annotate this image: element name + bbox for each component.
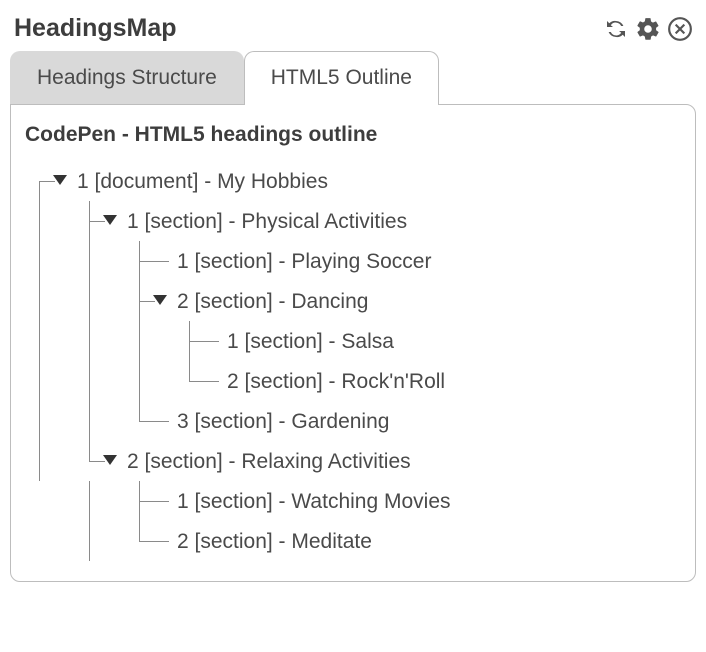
tree-label: 1 [section] - Physical Activities: [125, 211, 407, 232]
tab-bar: Headings Structure HTML5 Outline: [10, 51, 696, 104]
tree-connector: [125, 281, 175, 321]
tree-connector: [125, 241, 175, 281]
close-icon: [667, 16, 693, 42]
tree-label: 2 [section] - Dancing: [175, 291, 368, 312]
tree-label: 2 [section] - Meditate: [175, 531, 372, 552]
panel-header: HeadingsMap: [10, 10, 696, 51]
tree-connector: [125, 401, 175, 441]
tree-node[interactable]: 1 [section] - Watching Movies: [25, 481, 681, 521]
tree-connector: [75, 201, 125, 241]
tree-label: 2 [section] - Rock'n'Roll: [225, 371, 445, 392]
tree-node[interactable]: 3 [section] - Gardening: [25, 401, 681, 441]
tree-connector: [175, 361, 225, 401]
tree-connector: [25, 321, 75, 361]
tree-connector: [75, 321, 125, 361]
tree-connector: [25, 281, 75, 321]
close-button[interactable]: [666, 15, 694, 43]
tree-label: 1 [section] - Playing Soccer: [175, 251, 431, 272]
outline-tree: 1 [document] - My Hobbies 1 [section] - …: [25, 161, 681, 561]
tab-html5-outline[interactable]: HTML5 Outline: [244, 51, 439, 105]
tree-node[interactable]: 2 [section] - Dancing: [25, 281, 681, 321]
tree-node[interactable]: 2 [section] - Rock'n'Roll: [25, 361, 681, 401]
tree-label: 2 [section] - Relaxing Activities: [125, 451, 411, 472]
tree-node[interactable]: 1 [document] - My Hobbies: [25, 161, 681, 201]
collapse-icon[interactable]: [153, 295, 167, 305]
tree-node[interactable]: 1 [section] - Playing Soccer: [25, 241, 681, 281]
tree-node[interactable]: 1 [section] - Salsa: [25, 321, 681, 361]
tree-node[interactable]: 1 [section] - Physical Activities: [25, 201, 681, 241]
tree-connector: [75, 521, 125, 561]
tree-connector: [75, 281, 125, 321]
header-toolbar: [602, 15, 694, 43]
tree-connector: [25, 241, 75, 281]
tree-connector: [75, 481, 125, 521]
tree-connector: [25, 201, 75, 241]
tree-connector: [75, 441, 125, 481]
outline-content: CodePen - HTML5 headings outline 1 [docu…: [10, 104, 696, 582]
tree-connector: [125, 361, 175, 401]
tree-connector: [25, 441, 75, 481]
tree-connector: [25, 161, 75, 201]
collapse-icon[interactable]: [53, 175, 67, 185]
panel-title: HeadingsMap: [14, 14, 177, 43]
tree-connector: [125, 521, 175, 561]
refresh-icon: [604, 17, 628, 41]
tree-connector: [25, 361, 75, 401]
tree-label: 1 [section] - Salsa: [225, 331, 394, 352]
tree-connector: [175, 321, 225, 361]
tree-connector: [25, 521, 75, 561]
refresh-button[interactable]: [602, 15, 630, 43]
document-title: CodePen - HTML5 headings outline: [25, 123, 681, 147]
collapse-icon[interactable]: [103, 215, 117, 225]
tree-label: 1 [document] - My Hobbies: [75, 171, 328, 192]
settings-button[interactable]: [634, 15, 662, 43]
gear-icon: [635, 16, 661, 42]
collapse-icon[interactable]: [103, 455, 117, 465]
tree-node[interactable]: 2 [section] - Relaxing Activities: [25, 441, 681, 481]
tree-connector: [75, 401, 125, 441]
tree-connector: [25, 401, 75, 441]
tree-label: 3 [section] - Gardening: [175, 411, 389, 432]
tree-connector: [25, 481, 75, 521]
tree-connector: [125, 481, 175, 521]
tree-connector: [125, 321, 175, 361]
tree-label: 1 [section] - Watching Movies: [175, 491, 451, 512]
tree-connector: [75, 361, 125, 401]
tree-node[interactable]: 2 [section] - Meditate: [25, 521, 681, 561]
tab-headings-structure[interactable]: Headings Structure: [10, 51, 244, 104]
headingsmap-panel: HeadingsMap Headings Structu: [10, 10, 696, 582]
tree-connector: [75, 241, 125, 281]
